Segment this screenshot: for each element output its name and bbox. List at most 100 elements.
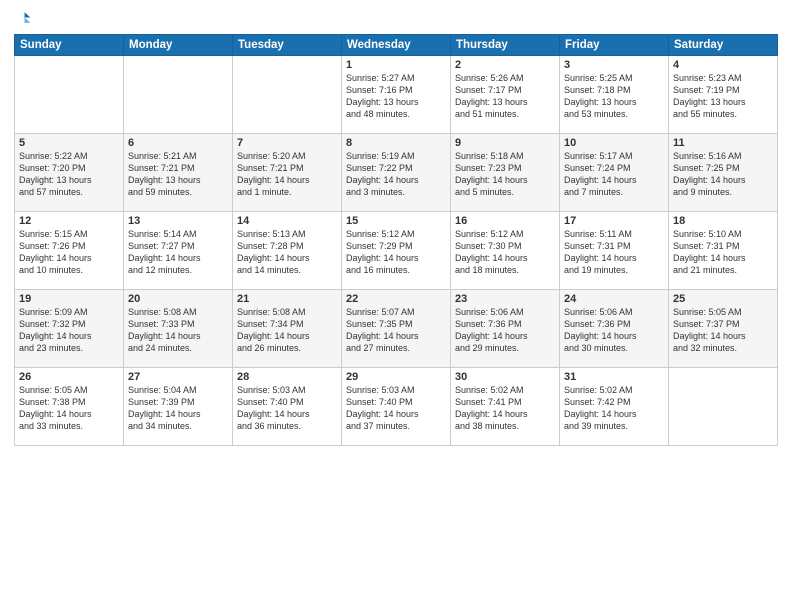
week-row-4: 19Sunrise: 5:09 AM Sunset: 7:32 PM Dayli… <box>15 290 778 368</box>
calendar-cell <box>15 56 124 134</box>
weekday-header-thursday: Thursday <box>451 35 560 56</box>
header <box>14 10 778 28</box>
day-info: Sunrise: 5:16 AM Sunset: 7:25 PM Dayligh… <box>673 150 773 199</box>
calendar-cell: 10Sunrise: 5:17 AM Sunset: 7:24 PM Dayli… <box>560 134 669 212</box>
day-number: 4 <box>673 59 773 71</box>
day-number: 24 <box>564 293 664 305</box>
calendar-cell: 4Sunrise: 5:23 AM Sunset: 7:19 PM Daylig… <box>669 56 778 134</box>
day-info: Sunrise: 5:08 AM Sunset: 7:34 PM Dayligh… <box>237 306 337 355</box>
day-number: 13 <box>128 215 228 227</box>
day-info: Sunrise: 5:06 AM Sunset: 7:36 PM Dayligh… <box>455 306 555 355</box>
day-number: 30 <box>455 371 555 383</box>
calendar-cell: 5Sunrise: 5:22 AM Sunset: 7:20 PM Daylig… <box>15 134 124 212</box>
calendar-cell: 27Sunrise: 5:04 AM Sunset: 7:39 PM Dayli… <box>124 368 233 446</box>
day-info: Sunrise: 5:27 AM Sunset: 7:16 PM Dayligh… <box>346 72 446 121</box>
calendar-cell: 8Sunrise: 5:19 AM Sunset: 7:22 PM Daylig… <box>342 134 451 212</box>
week-row-5: 26Sunrise: 5:05 AM Sunset: 7:38 PM Dayli… <box>15 368 778 446</box>
calendar-cell: 16Sunrise: 5:12 AM Sunset: 7:30 PM Dayli… <box>451 212 560 290</box>
weekday-header-tuesday: Tuesday <box>233 35 342 56</box>
calendar-cell <box>669 368 778 446</box>
day-info: Sunrise: 5:26 AM Sunset: 7:17 PM Dayligh… <box>455 72 555 121</box>
weekday-header-sunday: Sunday <box>15 35 124 56</box>
calendar-cell: 9Sunrise: 5:18 AM Sunset: 7:23 PM Daylig… <box>451 134 560 212</box>
day-number: 27 <box>128 371 228 383</box>
calendar-cell: 19Sunrise: 5:09 AM Sunset: 7:32 PM Dayli… <box>15 290 124 368</box>
day-info: Sunrise: 5:11 AM Sunset: 7:31 PM Dayligh… <box>564 228 664 277</box>
calendar-cell: 20Sunrise: 5:08 AM Sunset: 7:33 PM Dayli… <box>124 290 233 368</box>
logo-icon <box>14 10 32 28</box>
day-info: Sunrise: 5:22 AM Sunset: 7:20 PM Dayligh… <box>19 150 119 199</box>
day-info: Sunrise: 5:02 AM Sunset: 7:42 PM Dayligh… <box>564 384 664 433</box>
day-info: Sunrise: 5:12 AM Sunset: 7:30 PM Dayligh… <box>455 228 555 277</box>
day-number: 31 <box>564 371 664 383</box>
calendar-cell: 12Sunrise: 5:15 AM Sunset: 7:26 PM Dayli… <box>15 212 124 290</box>
day-info: Sunrise: 5:23 AM Sunset: 7:19 PM Dayligh… <box>673 72 773 121</box>
calendar-cell: 17Sunrise: 5:11 AM Sunset: 7:31 PM Dayli… <box>560 212 669 290</box>
day-number: 12 <box>19 215 119 227</box>
calendar-cell: 30Sunrise: 5:02 AM Sunset: 7:41 PM Dayli… <box>451 368 560 446</box>
calendar-cell: 1Sunrise: 5:27 AM Sunset: 7:16 PM Daylig… <box>342 56 451 134</box>
day-number: 17 <box>564 215 664 227</box>
day-number: 26 <box>19 371 119 383</box>
day-number: 29 <box>346 371 446 383</box>
day-info: Sunrise: 5:17 AM Sunset: 7:24 PM Dayligh… <box>564 150 664 199</box>
week-row-3: 12Sunrise: 5:15 AM Sunset: 7:26 PM Dayli… <box>15 212 778 290</box>
day-number: 8 <box>346 137 446 149</box>
weekday-header-row: SundayMondayTuesdayWednesdayThursdayFrid… <box>15 35 778 56</box>
day-info: Sunrise: 5:19 AM Sunset: 7:22 PM Dayligh… <box>346 150 446 199</box>
day-info: Sunrise: 5:05 AM Sunset: 7:38 PM Dayligh… <box>19 384 119 433</box>
week-row-2: 5Sunrise: 5:22 AM Sunset: 7:20 PM Daylig… <box>15 134 778 212</box>
day-number: 3 <box>564 59 664 71</box>
day-info: Sunrise: 5:07 AM Sunset: 7:35 PM Dayligh… <box>346 306 446 355</box>
calendar-cell <box>124 56 233 134</box>
day-number: 16 <box>455 215 555 227</box>
calendar-cell: 29Sunrise: 5:03 AM Sunset: 7:40 PM Dayli… <box>342 368 451 446</box>
day-info: Sunrise: 5:12 AM Sunset: 7:29 PM Dayligh… <box>346 228 446 277</box>
day-info: Sunrise: 5:15 AM Sunset: 7:26 PM Dayligh… <box>19 228 119 277</box>
day-info: Sunrise: 5:08 AM Sunset: 7:33 PM Dayligh… <box>128 306 228 355</box>
day-info: Sunrise: 5:18 AM Sunset: 7:23 PM Dayligh… <box>455 150 555 199</box>
calendar-cell: 3Sunrise: 5:25 AM Sunset: 7:18 PM Daylig… <box>560 56 669 134</box>
calendar-cell <box>233 56 342 134</box>
day-info: Sunrise: 5:20 AM Sunset: 7:21 PM Dayligh… <box>237 150 337 199</box>
day-number: 23 <box>455 293 555 305</box>
calendar-table: SundayMondayTuesdayWednesdayThursdayFrid… <box>14 34 778 446</box>
day-info: Sunrise: 5:14 AM Sunset: 7:27 PM Dayligh… <box>128 228 228 277</box>
day-info: Sunrise: 5:21 AM Sunset: 7:21 PM Dayligh… <box>128 150 228 199</box>
calendar-cell: 14Sunrise: 5:13 AM Sunset: 7:28 PM Dayli… <box>233 212 342 290</box>
day-number: 19 <box>19 293 119 305</box>
calendar-cell: 26Sunrise: 5:05 AM Sunset: 7:38 PM Dayli… <box>15 368 124 446</box>
day-info: Sunrise: 5:02 AM Sunset: 7:41 PM Dayligh… <box>455 384 555 433</box>
calendar-cell: 24Sunrise: 5:06 AM Sunset: 7:36 PM Dayli… <box>560 290 669 368</box>
day-number: 18 <box>673 215 773 227</box>
day-number: 25 <box>673 293 773 305</box>
weekday-header-wednesday: Wednesday <box>342 35 451 56</box>
day-number: 21 <box>237 293 337 305</box>
day-number: 1 <box>346 59 446 71</box>
week-row-1: 1Sunrise: 5:27 AM Sunset: 7:16 PM Daylig… <box>15 56 778 134</box>
page: SundayMondayTuesdayWednesdayThursdayFrid… <box>0 0 792 612</box>
day-number: 14 <box>237 215 337 227</box>
day-number: 22 <box>346 293 446 305</box>
weekday-header-monday: Monday <box>124 35 233 56</box>
day-info: Sunrise: 5:09 AM Sunset: 7:32 PM Dayligh… <box>19 306 119 355</box>
day-number: 2 <box>455 59 555 71</box>
day-number: 9 <box>455 137 555 149</box>
day-info: Sunrise: 5:05 AM Sunset: 7:37 PM Dayligh… <box>673 306 773 355</box>
day-number: 20 <box>128 293 228 305</box>
calendar-cell: 7Sunrise: 5:20 AM Sunset: 7:21 PM Daylig… <box>233 134 342 212</box>
day-number: 28 <box>237 371 337 383</box>
calendar-cell: 25Sunrise: 5:05 AM Sunset: 7:37 PM Dayli… <box>669 290 778 368</box>
calendar-cell: 13Sunrise: 5:14 AM Sunset: 7:27 PM Dayli… <box>124 212 233 290</box>
day-info: Sunrise: 5:06 AM Sunset: 7:36 PM Dayligh… <box>564 306 664 355</box>
day-info: Sunrise: 5:10 AM Sunset: 7:31 PM Dayligh… <box>673 228 773 277</box>
day-info: Sunrise: 5:13 AM Sunset: 7:28 PM Dayligh… <box>237 228 337 277</box>
day-number: 15 <box>346 215 446 227</box>
day-number: 7 <box>237 137 337 149</box>
day-number: 5 <box>19 137 119 149</box>
calendar-cell: 18Sunrise: 5:10 AM Sunset: 7:31 PM Dayli… <box>669 212 778 290</box>
calendar-cell: 6Sunrise: 5:21 AM Sunset: 7:21 PM Daylig… <box>124 134 233 212</box>
day-number: 10 <box>564 137 664 149</box>
logo <box>14 10 36 28</box>
calendar-cell: 11Sunrise: 5:16 AM Sunset: 7:25 PM Dayli… <box>669 134 778 212</box>
